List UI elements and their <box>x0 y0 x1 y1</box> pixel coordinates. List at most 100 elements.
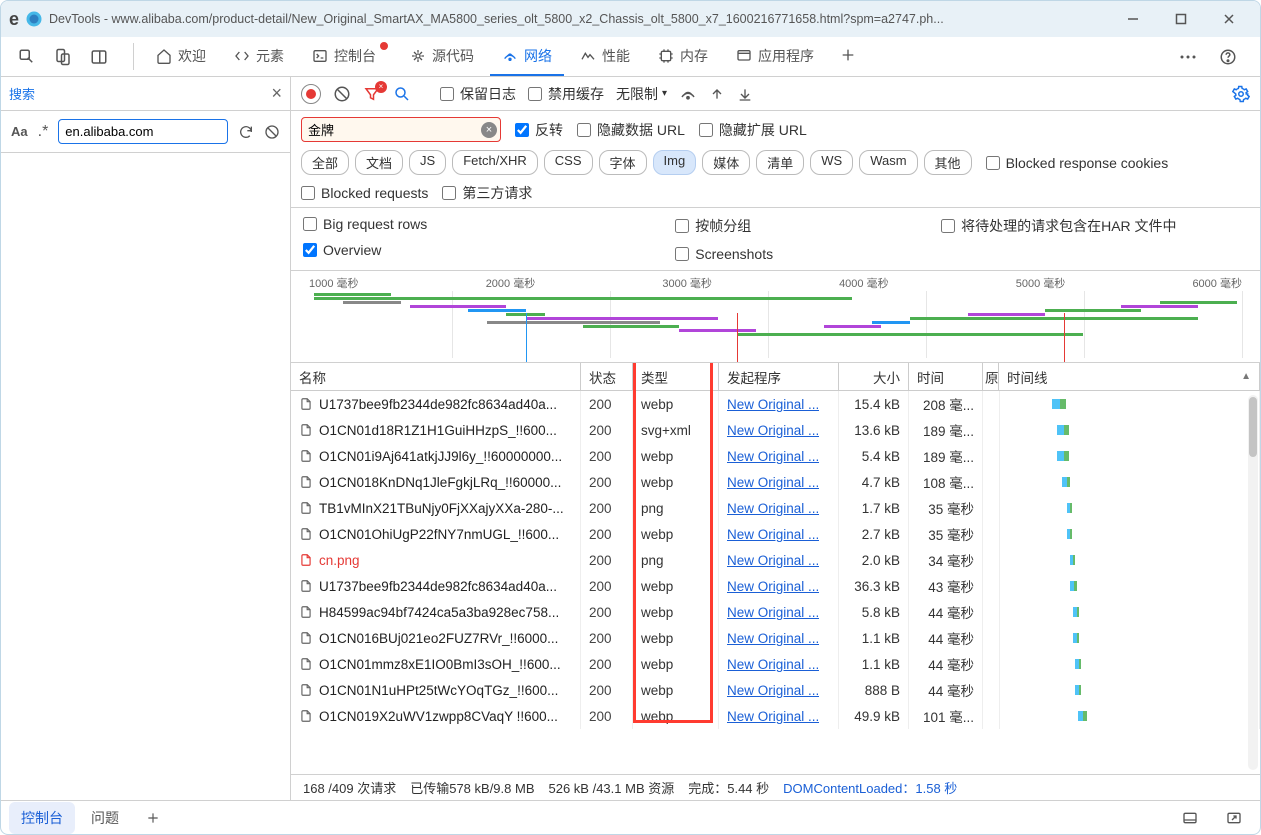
drawer-dock-icon[interactable] <box>1172 800 1208 835</box>
search-input[interactable] <box>58 119 228 144</box>
initiator-link[interactable]: New Original ... <box>727 501 819 516</box>
table-row[interactable]: H84599ac94bf7424ca5a3ba928ec758...200web… <box>291 599 1260 625</box>
col-status[interactable]: 状态 <box>581 363 633 390</box>
initiator-link[interactable]: New Original ... <box>727 475 819 490</box>
table-row[interactable]: TB1vMInX21TBuNjy0FjXXajyXXa-280-...200pn… <box>291 495 1260 521</box>
col-name[interactable]: 名称 <box>291 363 581 390</box>
big-rows-checkbox[interactable]: Big request rows <box>303 216 427 232</box>
pill-js[interactable]: JS <box>409 150 446 175</box>
pill-media[interactable]: 媒体 <box>702 150 750 175</box>
table-row[interactable]: O1CN01d18R1Z1H1GuiHHzpS_!!600...200svg+x… <box>291 417 1260 443</box>
table-row[interactable]: O1CN01N1uHPt25tWcYOqTGz_!!600...200webpN… <box>291 677 1260 703</box>
tab-performance[interactable]: 性能 <box>568 37 642 76</box>
tab-memory[interactable]: 内存 <box>646 37 720 76</box>
tab-console[interactable]: 控制台 <box>300 37 394 76</box>
table-row[interactable]: O1CN01mmz8xE1IO0BmI3sOH_!!600...200webpN… <box>291 651 1260 677</box>
pill-ws[interactable]: WS <box>810 150 853 175</box>
throttling-select[interactable]: 无限制▾ <box>616 84 667 104</box>
drawer-popout-icon[interactable] <box>1216 800 1252 835</box>
regex-icon[interactable]: .* <box>38 123 49 141</box>
initiator-link[interactable]: New Original ... <box>727 449 819 464</box>
clear-filter-button[interactable]: × <box>481 122 497 138</box>
table-row[interactable]: O1CN016BUj021eo2FUZ7RVr_!!6000...200webp… <box>291 625 1260 651</box>
initiator-link[interactable]: New Original ... <box>727 605 819 620</box>
tab-network[interactable]: 网络 <box>490 37 564 76</box>
col-size[interactable]: 大小 <box>839 363 909 390</box>
overview-timeline[interactable]: 1000 毫秒 2000 毫秒 3000 毫秒 4000 毫秒 5000 毫秒 … <box>291 271 1260 363</box>
table-row[interactable]: O1CN019X2uWV1zwpp8CVaqY !!600...200webpN… <box>291 703 1260 729</box>
pill-css[interactable]: CSS <box>544 150 593 175</box>
preserve-log-checkbox[interactable]: 保留日志 <box>440 84 516 104</box>
clear-button[interactable] <box>333 85 351 103</box>
table-row[interactable]: O1CN018KnDNq1JleFgkjLRq_!!60000...200web… <box>291 469 1260 495</box>
table-row[interactable]: O1CN01OhiUgP22fNY7nmUGL_!!600...200webpN… <box>291 521 1260 547</box>
close-window-button[interactable] <box>1206 4 1252 34</box>
pill-doc[interactable]: 文档 <box>355 150 403 175</box>
pill-img[interactable]: Img <box>653 150 697 175</box>
match-case-icon[interactable]: Aa <box>11 124 28 139</box>
drawer-tab-console[interactable]: 控制台 <box>9 802 75 834</box>
screenshots-checkbox[interactable]: Screenshots <box>675 246 773 262</box>
record-button[interactable] <box>301 84 321 104</box>
blocked-requests-checkbox[interactable]: Blocked requests <box>301 185 428 201</box>
initiator-link[interactable]: New Original ... <box>727 423 819 438</box>
group-by-frame-checkbox[interactable]: 按帧分组 <box>675 216 773 236</box>
initiator-link[interactable]: New Original ... <box>727 709 819 724</box>
dock-side-button[interactable] <box>81 39 117 75</box>
table-row[interactable]: U1737bee9fb2344de982fc8634ad40a...200web… <box>291 391 1260 417</box>
export-har-icon[interactable] <box>737 86 753 102</box>
initiator-link[interactable]: New Original ... <box>727 579 819 594</box>
more-button[interactable] <box>1170 39 1206 75</box>
maximize-button[interactable] <box>1158 4 1204 34</box>
minimize-button[interactable] <box>1110 4 1156 34</box>
tab-sources[interactable]: 源代码 <box>398 37 486 76</box>
table-row[interactable]: U1737bee9fb2344de982fc8634ad40a...200web… <box>291 573 1260 599</box>
pill-all[interactable]: 全部 <box>301 150 349 175</box>
pill-other[interactable]: 其他 <box>924 150 972 175</box>
tab-elements[interactable]: 元素 <box>222 37 296 76</box>
col-type[interactable]: 类型 <box>633 363 719 390</box>
pill-font[interactable]: 字体 <box>599 150 647 175</box>
hide-ext-url-checkbox[interactable]: 隐藏扩展 URL <box>699 120 807 140</box>
initiator-link[interactable]: New Original ... <box>727 553 819 568</box>
col-initiator[interactable]: 发起程序 <box>719 363 839 390</box>
disable-cache-checkbox[interactable]: 禁用缓存 <box>528 84 604 104</box>
initiator-link[interactable]: New Original ... <box>727 527 819 542</box>
network-conditions-icon[interactable] <box>679 85 697 103</box>
tab-welcome[interactable]: 欢迎 <box>144 37 218 76</box>
search-icon[interactable] <box>393 85 411 103</box>
invert-checkbox[interactable]: 反转 <box>515 120 563 140</box>
hide-data-url-checkbox[interactable]: 隐藏数据 URL <box>577 120 685 140</box>
col-extra[interactable]: 原 <box>983 363 999 390</box>
table-body[interactable]: U1737bee9fb2344de982fc8634ad40a...200web… <box>291 391 1260 774</box>
cancel-icon[interactable] <box>264 124 280 140</box>
initiator-link[interactable]: New Original ... <box>727 657 819 672</box>
tab-application[interactable]: 应用程序 <box>724 37 826 76</box>
initiator-link[interactable]: New Original ... <box>727 683 819 698</box>
drawer-tab-issues[interactable]: 问题 <box>79 802 131 834</box>
blocked-cookies-checkbox[interactable]: Blocked response cookies <box>986 155 1169 171</box>
inspect-button[interactable] <box>9 39 45 75</box>
help-button[interactable] <box>1210 39 1246 75</box>
filter-toggle-button[interactable]: × <box>363 85 381 103</box>
import-har-icon[interactable] <box>709 86 725 102</box>
initiator-link[interactable]: New Original ... <box>727 631 819 646</box>
initiator-link[interactable]: New Original ... <box>727 397 819 412</box>
device-toggle-button[interactable] <box>45 39 81 75</box>
col-time[interactable]: 时间 <box>909 363 983 390</box>
close-search-button[interactable]: × <box>271 83 282 104</box>
add-tab-button[interactable] <box>830 37 866 73</box>
third-party-checkbox[interactable]: 第三方请求 <box>442 183 532 203</box>
refresh-icon[interactable] <box>238 124 254 140</box>
table-row[interactable]: O1CN01i9Aj641atkjJJ9l6y_!!60000000...200… <box>291 443 1260 469</box>
settings-gear-icon[interactable] <box>1232 85 1250 103</box>
drawer-add-button[interactable] <box>135 800 171 835</box>
pill-manifest[interactable]: 清单 <box>756 150 804 175</box>
text-filter-input[interactable] <box>301 117 501 142</box>
pill-wasm[interactable]: Wasm <box>859 150 917 175</box>
col-waterfall[interactable]: 时间线▲ <box>999 363 1260 390</box>
pill-fetch[interactable]: Fetch/XHR <box>452 150 538 175</box>
table-row[interactable]: cn.png200pngNew Original ...2.0 kB34 毫秒 <box>291 547 1260 573</box>
overview-checkbox[interactable]: Overview <box>303 242 427 258</box>
har-pending-checkbox[interactable]: 将待处理的请求包含在HAR 文件中 <box>941 216 1176 236</box>
